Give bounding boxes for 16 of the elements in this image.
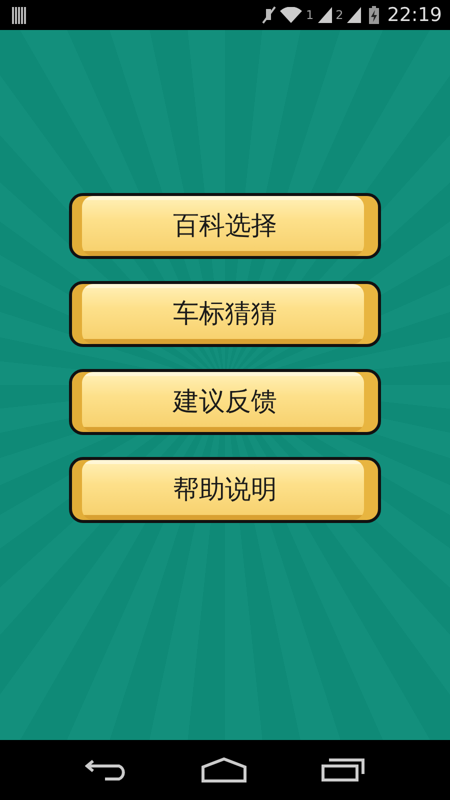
wifi-icon [280, 7, 302, 23]
home-icon[interactable] [201, 757, 247, 783]
sim-label: 2 [336, 8, 344, 22]
battery-icon [369, 6, 380, 24]
menu-button[interactable]: 百科选择 [69, 193, 381, 259]
signal-icon [347, 7, 362, 23]
recent-apps-icon[interactable] [321, 758, 365, 782]
notification-icon [12, 6, 26, 24]
menu-button[interactable]: 帮助说明 [69, 457, 381, 523]
signal-icon [318, 7, 332, 23]
clock: 22:19 [387, 3, 442, 27]
menu-button[interactable]: 车标猜猜 [69, 281, 381, 347]
mute-icon [262, 6, 276, 24]
sim-label: 1 [306, 8, 314, 22]
menu-button[interactable]: 建议反馈 [69, 369, 381, 435]
back-icon[interactable] [85, 759, 127, 781]
